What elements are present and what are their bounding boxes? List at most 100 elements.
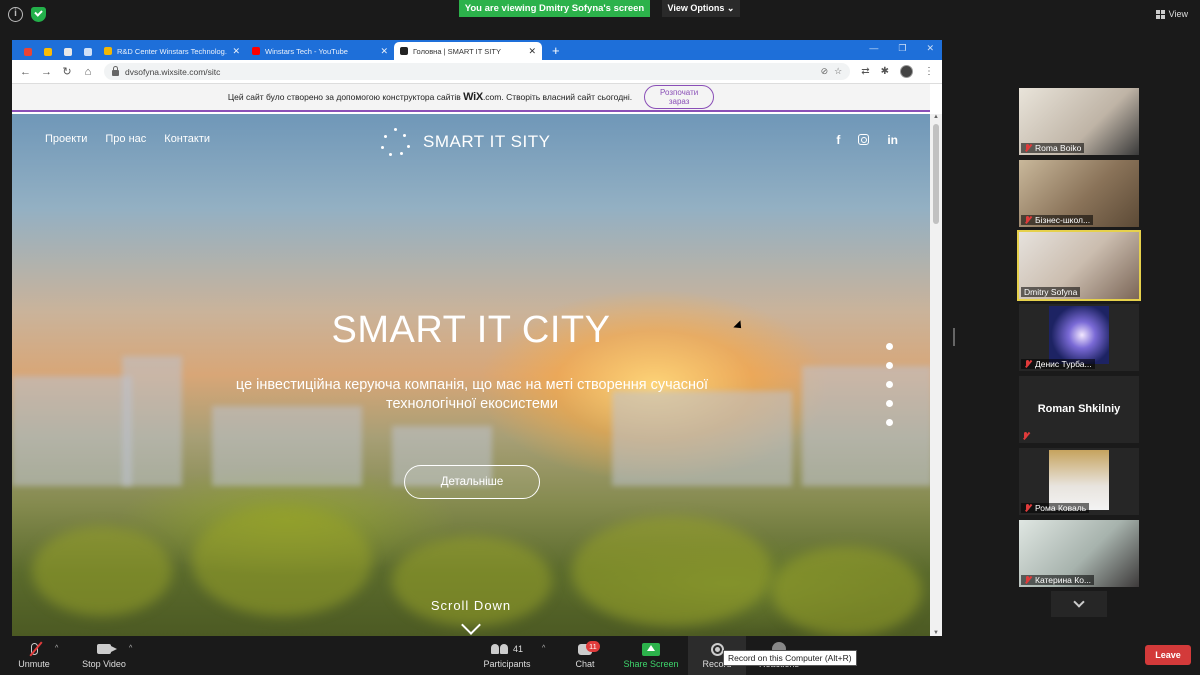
scrollbar-thumb[interactable] [933, 124, 939, 224]
pinned-tab-cloud[interactable] [78, 43, 98, 60]
sheets-icon [64, 47, 72, 56]
audio-options-caret-icon[interactable]: ^ [55, 645, 58, 652]
chat-button[interactable]: 11 Chat [570, 639, 600, 669]
participant-tile[interactable]: Roma Boiko [1019, 88, 1139, 155]
view-button[interactable]: View [1155, 9, 1188, 19]
instagram-icon[interactable] [858, 134, 870, 145]
participant-tile[interactable]: Roman Shkilniy [1019, 376, 1139, 443]
tab-rnd-center[interactable]: R&D Center Winstars Technolog... ✕ [98, 42, 246, 60]
wix-promo-text: Цей сайт було створено за допомогою конс… [228, 91, 632, 103]
participant-name: Бізнес-школ... [1035, 215, 1091, 225]
pinned-tab-drive[interactable] [38, 43, 58, 60]
window-close-icon[interactable]: ✕ [926, 43, 934, 54]
url-text: dvsofyna.wixsite.com/sitc [125, 66, 221, 77]
minimize-icon[interactable]: — [869, 43, 878, 54]
slide-dot[interactable] [886, 400, 893, 407]
stop-video-button[interactable]: Stop Video [80, 639, 128, 669]
share-screen-button[interactable]: Share Screen [622, 639, 680, 669]
tab-title: Головна | SMART IT SITY [413, 46, 501, 56]
logo-dots-icon [381, 128, 411, 156]
participant-name: Денис Турба... [1035, 359, 1092, 369]
slide-dot[interactable] [886, 381, 893, 388]
participant-tile[interactable]: Катерина Ко... [1019, 520, 1139, 587]
security-shield-icon[interactable] [31, 7, 46, 22]
participants-icon [490, 644, 508, 654]
view-options-button[interactable]: View Options ⌄ [662, 0, 740, 17]
tab-youtube[interactable]: Winstars Tech - YouTube ✕ [246, 42, 394, 60]
participant-name-label: Денис Турба... [1021, 359, 1095, 369]
viewing-banner: You are viewing Dmitry Sofyna's screen [459, 0, 650, 17]
grid-icon [1155, 9, 1165, 19]
participant-tile[interactable]: Денис Турба... [1019, 304, 1139, 371]
record-icon [710, 642, 724, 656]
participants-label: Participants [483, 659, 531, 669]
participant-tile-active-speaker[interactable]: Dmitry Sofyna [1017, 230, 1141, 301]
new-tab-button[interactable]: + [552, 42, 560, 60]
site-logo[interactable]: SMART IT SITY [381, 128, 550, 156]
wix-start-button[interactable]: Розпочати зараз [644, 85, 715, 109]
slide-dot[interactable] [886, 362, 893, 369]
participant-tile[interactable]: Рома Коваль [1019, 448, 1139, 515]
cloud-icon [84, 47, 92, 56]
home-icon[interactable]: ⌂ [83, 66, 93, 78]
facebook-icon[interactable]: f [836, 133, 840, 147]
profile-avatar[interactable] [900, 65, 913, 78]
close-icon[interactable]: ✕ [528, 46, 536, 57]
tab-strip: R&D Center Winstars Technolog... ✕ Winst… [12, 40, 942, 60]
view-label: View [1168, 9, 1188, 19]
nav-projects[interactable]: Проекти [45, 133, 87, 145]
camera-blocked-icon[interactable]: ⊘ [821, 66, 829, 77]
video-options-caret-icon[interactable]: ^ [129, 645, 132, 652]
extensions-icon[interactable]: ✱ [881, 66, 889, 77]
chat-unread-badge: 11 [586, 640, 600, 652]
bookmark-star-icon[interactable]: ☆ [834, 66, 842, 77]
linkedin-icon[interactable]: in [887, 133, 898, 147]
participant-name: Roman Shkilniy [1037, 403, 1121, 415]
meeting-info-area: i [8, 7, 46, 22]
panel-splitter[interactable] [953, 328, 955, 346]
participants-options-caret-icon[interactable]: ^ [542, 645, 545, 652]
details-button[interactable]: Детальніше [404, 465, 540, 499]
back-icon[interactable]: ← [20, 66, 31, 78]
info-icon[interactable]: i [8, 7, 23, 22]
slide-dot[interactable] [886, 419, 893, 426]
meeting-toolbar: Unmute ^ Stop Video ^ 41 Participants ^ … [0, 636, 1200, 675]
nav-contacts[interactable]: Контакти [164, 133, 210, 145]
mic-muted-icon [1024, 504, 1032, 512]
youtube-icon [252, 47, 260, 55]
page-scrollbar[interactable]: ▲ ▼ [930, 114, 942, 636]
participant-name: Dmitry Sofyna [1024, 287, 1078, 297]
logo-text: SMART IT SITY [423, 132, 551, 151]
scroll-up-arrow-icon[interactable]: ▲ [933, 114, 939, 120]
maximize-icon[interactable]: ❐ [898, 43, 906, 54]
participant-tile[interactable]: Бізнес-школ... [1019, 160, 1139, 227]
translate-icon[interactable]: ⇄ [861, 66, 869, 77]
slide-pagination [886, 343, 893, 426]
window-controls: — ❐ ✕ [869, 43, 934, 54]
pinned-tab-gmail[interactable] [18, 43, 38, 60]
tab-smart-it-sity[interactable]: Головна | SMART IT SITY ✕ [394, 42, 542, 60]
reload-icon[interactable]: ↻ [62, 65, 72, 78]
record-tooltip: Record on this Computer (Alt+R) [723, 650, 857, 666]
chat-icon: 11 [578, 640, 600, 655]
unmute-button[interactable]: Unmute [16, 639, 52, 669]
gallery-next-page-chevron-icon[interactable] [1051, 591, 1107, 617]
participant-name: Roma Boiko [1035, 143, 1082, 153]
participant-name-label: Roma Boiko [1021, 143, 1085, 153]
menu-kebab-icon[interactable]: ⋮ [924, 66, 934, 77]
participant-name: Рома Коваль [1035, 503, 1087, 513]
pinned-tab-sheets[interactable] [58, 43, 78, 60]
close-icon[interactable]: ✕ [232, 46, 240, 57]
url-field[interactable]: dvsofyna.wixsite.com/sitc ⊘ ☆ [104, 63, 851, 80]
lock-icon [112, 66, 119, 76]
participant-name: Катерина Ко... [1035, 575, 1092, 585]
nav-about[interactable]: Про нас [105, 133, 146, 145]
slide-dot[interactable] [886, 343, 893, 350]
close-icon[interactable]: ✕ [380, 46, 388, 57]
forward-icon[interactable]: → [41, 66, 52, 78]
participants-button[interactable]: 41 Participants [480, 639, 534, 669]
tab-title: R&D Center Winstars Technolog... [117, 46, 228, 56]
scroll-down-label[interactable]: Scroll Down [12, 598, 930, 613]
leave-button[interactable]: Leave [1145, 645, 1191, 665]
view-options-label: View Options [667, 3, 725, 13]
